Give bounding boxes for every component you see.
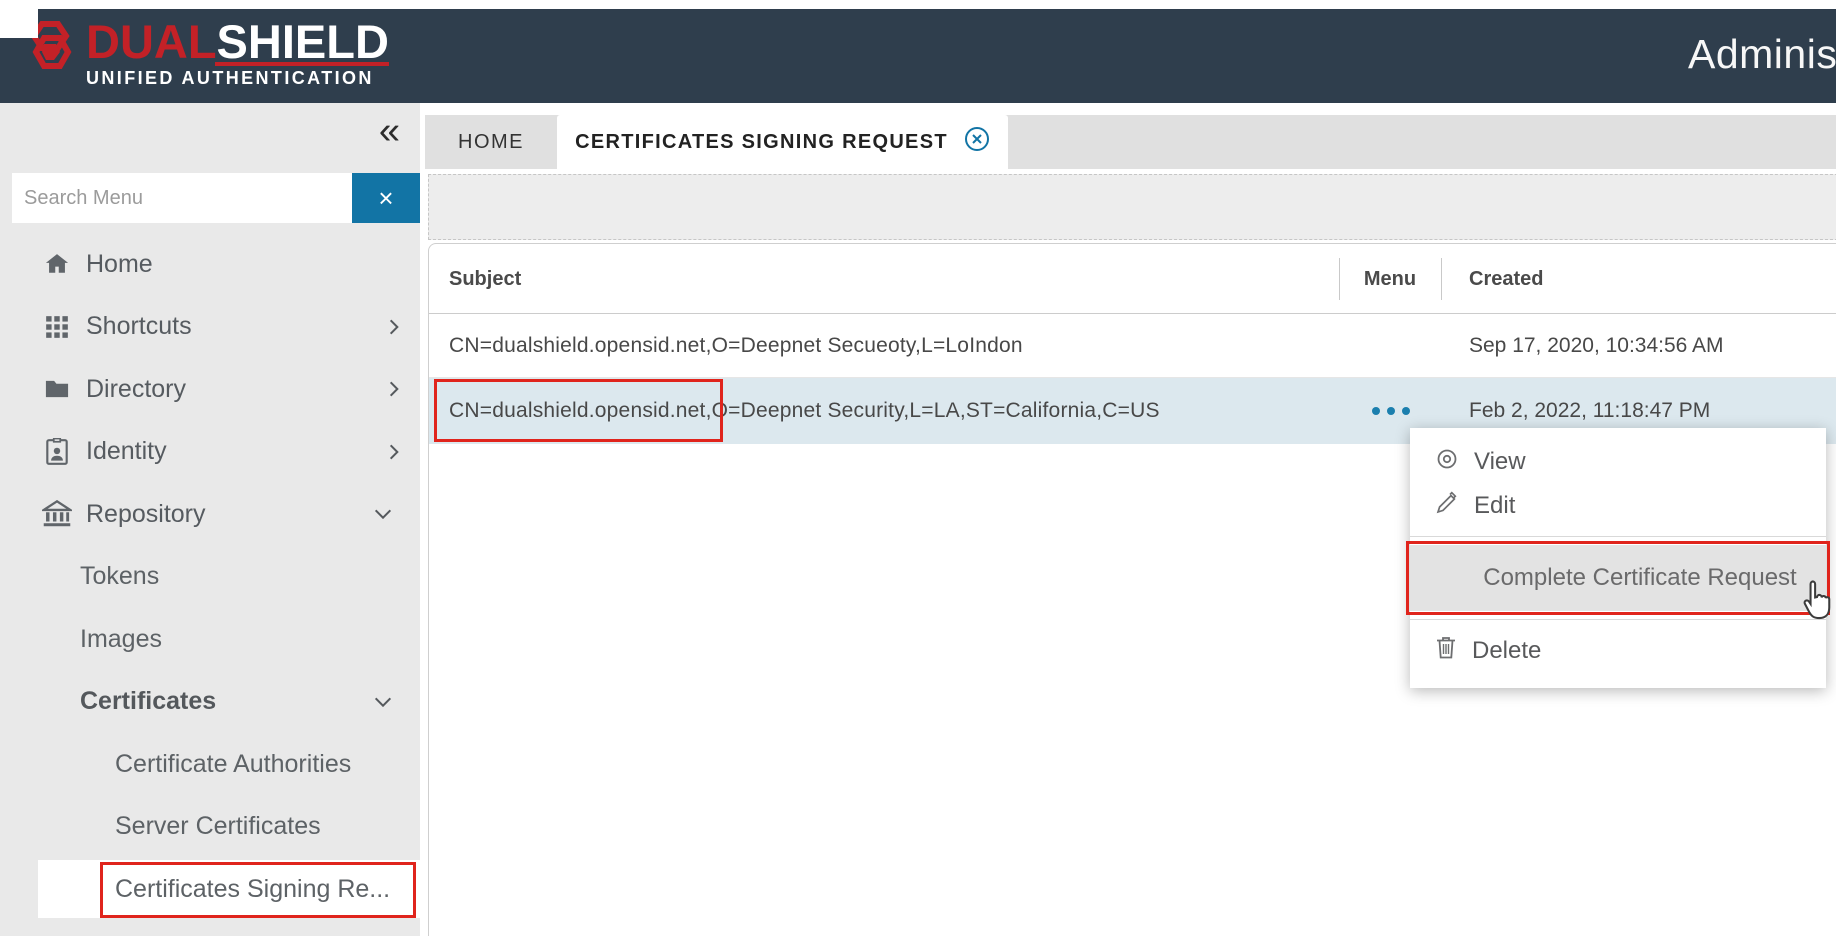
cell-created: Sep 17, 2020, 10:34:56 AM <box>1469 314 1724 377</box>
sidebar-item-certificates[interactable]: Certificates <box>0 671 420 734</box>
id-card-icon <box>42 437 72 467</box>
sidebar-item-label: Identity <box>86 437 167 466</box>
chevron-down-icon <box>372 691 394 713</box>
trash-icon <box>1434 635 1458 668</box>
chevron-right-icon <box>384 442 404 462</box>
sidebar-item-label: Images <box>80 625 162 654</box>
search-input[interactable] <box>12 173 352 223</box>
sidebar-item-images[interactable]: Images <box>0 608 420 671</box>
window-top-strip <box>0 0 1836 9</box>
pencil-icon <box>1434 490 1460 523</box>
sidebar-item-label: Home <box>86 250 153 279</box>
hand-cursor <box>1798 578 1836 627</box>
tab-toolbar <box>428 174 1836 240</box>
circle-x-icon[interactable] <box>964 126 990 158</box>
menu-item-edit[interactable]: Edit <box>1410 484 1826 528</box>
column-divider <box>1441 258 1442 300</box>
menu-divider <box>1410 536 1826 537</box>
sidebar-item-certificate-authorities[interactable]: Certificate Authorities <box>0 733 420 796</box>
table-row[interactable]: CN=dualshield.opensid.net,O=Deepnet Secu… <box>429 314 1836 378</box>
sidebar-item-tokens[interactable]: Tokens <box>0 546 420 609</box>
sidebar-item-identity[interactable]: Identity <box>0 421 420 484</box>
column-header-subject[interactable]: Subject <box>449 244 521 314</box>
sidebar-item-certificates-signing-requests[interactable]: Certificates Signing Re... <box>38 860 420 918</box>
chevron-right-icon <box>384 317 404 337</box>
table-header-row: Subject Menu Created <box>429 244 1836 314</box>
bank-icon <box>42 499 72 529</box>
logo-tagline: UNIFIED AUTHENTICATION <box>86 68 389 89</box>
app-header: DUALSHIELD UNIFIED AUTHENTICATION Admini… <box>0 9 1836 103</box>
sidebar-item-label: Certificates <box>80 687 216 716</box>
tab-certificates-signing-request[interactable]: CERTIFICATES SIGNING REQUEST <box>557 115 1008 169</box>
menu-item-view[interactable]: View <box>1410 440 1826 484</box>
search-clear-button[interactable]: × <box>352 173 420 223</box>
sidebar-item-repository[interactable]: Repository <box>0 483 420 546</box>
folder-icon <box>42 374 72 404</box>
eye-icon <box>1434 446 1460 479</box>
sidebar-item-label: Repository <box>86 500 206 529</box>
sidebar-nav: Home Shortcuts Directory <box>0 233 420 918</box>
menu-divider <box>1410 619 1826 620</box>
logo-underline <box>215 62 389 66</box>
chevron-down-icon <box>372 503 394 525</box>
sidebar-collapse-icon[interactable]: « <box>379 111 400 151</box>
cell-subject: CN=dualshield.opensid.net,O=Deepnet Secu… <box>449 378 1160 444</box>
sidebar-item-label: Tokens <box>80 562 159 591</box>
home-icon <box>42 249 72 279</box>
sidebar-item-server-certificates[interactable]: Server Certificates <box>0 796 420 859</box>
tab-home[interactable]: HOME <box>425 115 557 169</box>
page: { "header": { "brand": { "word_red": "DU… <box>0 0 1836 936</box>
sidebar: « × Home Shortcuts <box>0 103 420 936</box>
admin-account-label: Adminis <box>1688 31 1836 78</box>
column-header-menu[interactable]: Menu <box>1339 244 1441 314</box>
sidebar-item-label: Shortcuts <box>86 312 192 341</box>
logo-wordmark: DUALSHIELD <box>86 17 389 67</box>
grid-icon <box>42 312 72 342</box>
sidebar-item-shortcuts[interactable]: Shortcuts <box>0 296 420 359</box>
menu-item-delete[interactable]: Delete <box>1410 628 1826 674</box>
cell-subject: CN=dualshield.opensid.net,O=Deepnet Secu… <box>449 314 1023 377</box>
ellipsis-icon[interactable] <box>1371 378 1411 444</box>
sidebar-item-label: Server Certificates <box>115 812 321 841</box>
row-context-menu: View Edit Complete Certificate Request D… <box>1410 428 1826 688</box>
window-corner <box>0 0 38 38</box>
dualshield-logo: DUALSHIELD UNIFIED AUTHENTICATION <box>22 17 389 89</box>
sidebar-item-label: Certificates Signing Re... <box>115 875 390 904</box>
sidebar-item-label: Certificate Authorities <box>115 750 351 779</box>
chevron-right-icon <box>384 379 404 399</box>
close-icon: × <box>378 183 393 214</box>
sidebar-item-home[interactable]: Home <box>0 233 420 296</box>
sidebar-item-label: Directory <box>86 375 186 404</box>
sidebar-item-directory[interactable]: Directory <box>0 358 420 421</box>
column-header-created[interactable]: Created <box>1469 244 1543 314</box>
menu-item-complete-certificate-request[interactable]: Complete Certificate Request <box>1410 545 1826 611</box>
sidebar-search: × <box>0 173 420 223</box>
